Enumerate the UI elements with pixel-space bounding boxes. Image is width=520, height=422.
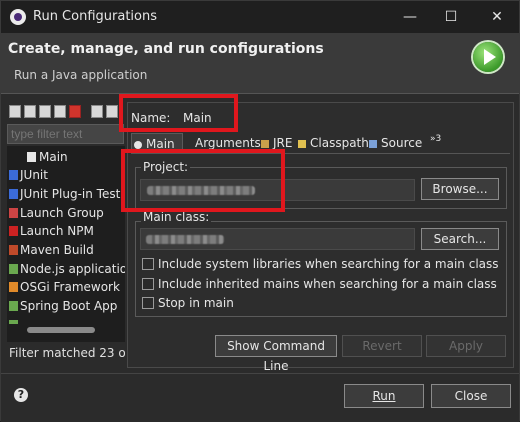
checkbox-box[interactable] <box>142 258 154 270</box>
maven-icon <box>9 245 18 255</box>
apply-button[interactable]: Apply <box>426 335 506 357</box>
title-bar: Run Configurations — ☐ ✕ <box>1 1 519 33</box>
configuration-list-panel: Main JUnit JUnit Plug-in Test Launch Gro… <box>7 102 125 366</box>
maximize-button[interactable]: ☐ <box>437 6 465 28</box>
junit-icon <box>9 170 18 180</box>
checkbox-box[interactable] <box>142 297 154 309</box>
run-configurations-window: Run Configurations — ☐ ✕ Create, manage,… <box>0 0 520 422</box>
tree-item-nodejs-application[interactable]: Node.js application <box>7 260 125 278</box>
header-divider <box>1 93 519 94</box>
dialog-footer: ? Run Close <box>1 373 519 422</box>
new-prototype-icon[interactable] <box>24 105 36 118</box>
configuration-editor-panel: Name: Main Main Arguments JRE Classpath … <box>127 102 514 373</box>
tab-source[interactable]: Source <box>369 133 422 153</box>
tree-item-maven-build[interactable]: Maven Build <box>7 241 125 259</box>
filter-config-icon[interactable] <box>106 105 118 118</box>
filter-status: Filter matched 23 of 2 <box>9 346 125 360</box>
spring-boot-icon <box>9 301 18 311</box>
jre-tab-icon <box>261 139 269 148</box>
delete-config-icon[interactable] <box>69 105 81 118</box>
nodejs-icon <box>9 264 18 274</box>
source-tab-icon <box>369 139 377 148</box>
highlight-box-project <box>121 149 285 212</box>
run-banner-icon <box>473 42 503 72</box>
main-class-field[interactable] <box>140 228 415 250</box>
config-toolbar <box>7 102 125 120</box>
tree-item-launch-group[interactable]: Launch Group <box>7 204 125 222</box>
minimize-button[interactable]: — <box>396 6 424 28</box>
dialog-header: Create, manage, and run configurations R… <box>1 33 519 93</box>
eclipse-app-icon <box>10 9 26 25</box>
launch-group-icon <box>9 208 18 218</box>
revert-button[interactable]: Revert <box>342 335 422 357</box>
tree-item-junit[interactable]: JUnit <box>7 166 125 184</box>
spring-boot-icon <box>9 320 18 324</box>
classpath-tab-icon <box>298 139 306 148</box>
duplicate-config-icon[interactable] <box>54 105 66 118</box>
java-app-icon <box>27 152 36 162</box>
highlight-box-name <box>119 94 238 132</box>
tab-classpath[interactable]: Classpath <box>298 133 369 153</box>
search-button[interactable]: Search... <box>421 228 499 250</box>
header-subtitle: Run a Java application <box>14 68 148 82</box>
close-window-button[interactable]: ✕ <box>483 6 511 28</box>
new-config-icon[interactable] <box>9 105 21 118</box>
more-tabs-button[interactable]: »3 <box>430 133 441 153</box>
window-title: Run Configurations <box>33 9 157 24</box>
tree-item-junit-plugin-test[interactable]: JUnit Plug-in Test <box>7 185 125 203</box>
tree-item-osgi-framework[interactable]: OSGi Framework <box>7 278 125 296</box>
configuration-tree: Main JUnit JUnit Plug-in Test Launch Gro… <box>7 146 125 342</box>
checkbox-box[interactable] <box>142 278 154 290</box>
tree-item-spring-boot-app[interactable]: Spring Boot App <box>7 297 125 315</box>
tree-horizontal-scrollbar[interactable] <box>27 327 95 333</box>
main-class-label: Main class: <box>141 210 212 224</box>
junit-plugin-icon <box>9 189 18 199</box>
filter-input[interactable] <box>7 124 124 144</box>
browse-button[interactable]: Browse... <box>421 178 499 200</box>
tree-item-launch-npm[interactable]: Launch NPM <box>7 222 125 240</box>
run-button[interactable]: Run <box>344 384 424 408</box>
header-title: Create, manage, and run configurations <box>8 41 324 57</box>
npm-icon <box>9 226 18 236</box>
osgi-icon <box>9 282 18 292</box>
close-button[interactable]: Close <box>431 384 511 408</box>
show-command-line-button[interactable]: Show Command Line <box>215 335 337 373</box>
export-config-icon[interactable] <box>39 105 51 118</box>
help-icon[interactable]: ? <box>14 388 28 402</box>
main-tab-icon <box>134 140 142 149</box>
main-class-value-redacted <box>146 235 224 244</box>
collapse-all-icon[interactable] <box>91 105 103 118</box>
tree-item-main[interactable]: Main <box>7 148 125 166</box>
